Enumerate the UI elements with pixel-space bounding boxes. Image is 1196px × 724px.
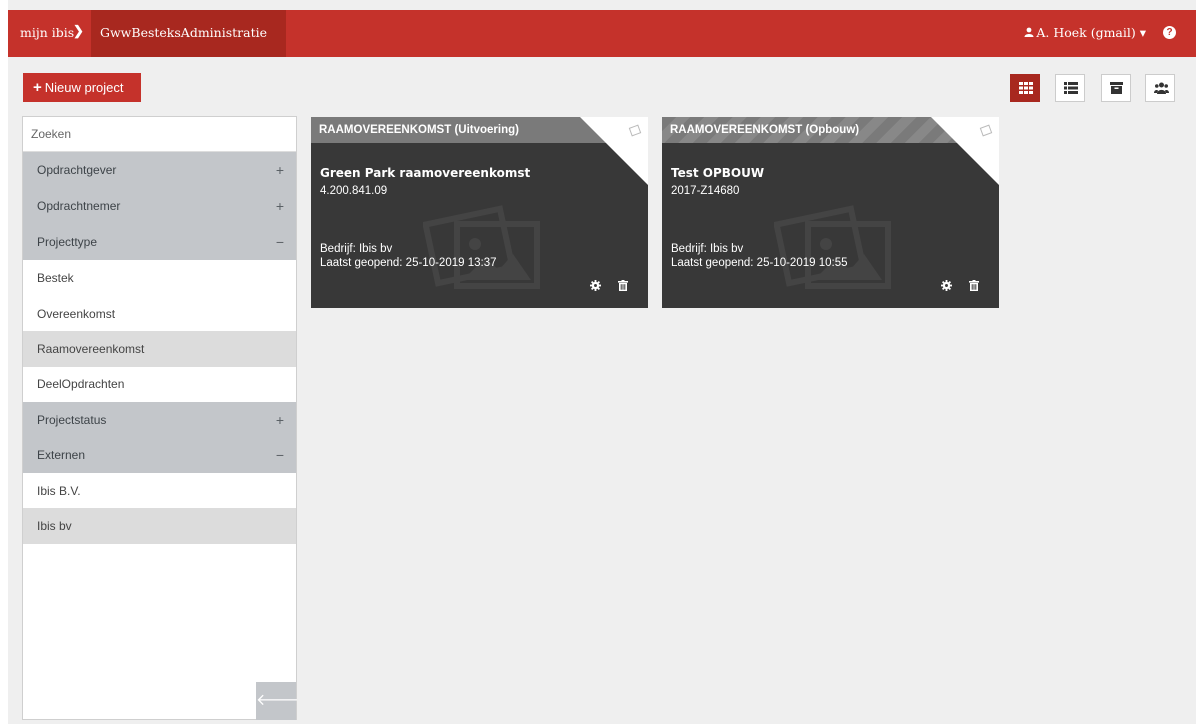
archive-button[interactable]: [1101, 74, 1131, 102]
filter-group-label: Opdrachtnemer: [37, 199, 121, 213]
filter-group-opdrachtnemer[interactable]: Opdrachtnemer +: [23, 188, 296, 224]
filter-group-projectstatus[interactable]: Projectstatus +: [23, 402, 296, 438]
user-menu-label: A. Hoek (gmail) ▾: [1036, 25, 1146, 40]
plus-icon: +: [33, 79, 42, 96]
filter-option-label: Overeenkomst: [37, 307, 116, 321]
arrow-left-icon: 🡐: [256, 692, 299, 709]
user-menu[interactable]: A. Hoek (gmail) ▾: [1024, 25, 1146, 40]
search-input[interactable]: [23, 117, 296, 152]
filter-group-opdrachtgever[interactable]: Opdrachtgever +: [23, 152, 296, 188]
collapse-icon: −: [275, 234, 284, 250]
breadcrumb-current[interactable]: GwwBesteksAdministratie: [91, 10, 286, 57]
top-bar: mijn ibis ❯ GwwBesteksAdministratie A. H…: [8, 10, 1196, 57]
filter-group-label: Projectstatus: [37, 413, 107, 427]
filter-option-ibis-bv[interactable]: Ibis bv: [23, 508, 296, 544]
grid-view-button[interactable]: [1010, 74, 1040, 102]
filter-group-externen[interactable]: Externen −: [23, 437, 296, 473]
card-code: 2017-Z14680: [671, 185, 740, 197]
filter-option-label: DeelOpdrachten: [37, 377, 125, 391]
list-icon: [1064, 82, 1078, 94]
gear-icon[interactable]: [941, 280, 952, 291]
card-company: Bedrijf: Ibis bv: [320, 243, 393, 255]
page-edge: [0, 0, 8, 724]
filter-option-label: Raamovereenkomst: [37, 342, 145, 356]
filter-group-projecttype[interactable]: Projecttype −: [23, 224, 296, 260]
filter-group-label: Projecttype: [37, 235, 98, 249]
users-button[interactable]: [1145, 74, 1175, 102]
trash-icon[interactable]: [969, 280, 979, 291]
collapse-icon: −: [275, 447, 284, 463]
project-card[interactable]: RAAMOVEREENKOMST (Uitvoering) Green Park…: [311, 117, 648, 308]
grid-icon: [1019, 82, 1033, 94]
filter-option-bestek[interactable]: Bestek: [23, 260, 296, 296]
filter-option-overeenkomst[interactable]: Overeenkomst: [23, 296, 296, 332]
breadcrumb-home[interactable]: mijn ibis: [20, 25, 74, 40]
card-title[interactable]: Green Park raamovereenkomst: [320, 166, 530, 180]
card-last-opened: Laatst geopend: 25-10-2019 10:55: [671, 257, 848, 269]
image-placeholder-icon: [423, 205, 540, 289]
new-project-button[interactable]: + Nieuw project: [23, 73, 141, 102]
breadcrumb-separator-icon: ❯: [73, 23, 84, 38]
list-view-button[interactable]: [1055, 74, 1085, 102]
user-icon: [1024, 27, 1034, 37]
expand-icon: +: [275, 198, 284, 214]
trash-icon[interactable]: [618, 280, 628, 291]
filter-sidebar: Opdrachtgever + Opdrachtnemer + Projectt…: [22, 116, 299, 720]
filter-option-label: Ibis bv: [37, 519, 72, 533]
filter-group-label: Externen: [37, 448, 86, 462]
card-company: Bedrijf: Ibis bv: [671, 243, 744, 255]
filter-option-deelopdrachten[interactable]: DeelOpdrachten: [23, 366, 296, 402]
filter-option-label: Ibis B.V.: [37, 484, 81, 498]
image-placeholder-icon: [774, 205, 891, 289]
gear-icon[interactable]: [590, 280, 601, 291]
card-code: 4.200.841.09: [320, 185, 388, 197]
archive-icon: [1110, 82, 1123, 94]
collapse-sidebar-button[interactable]: 🡐: [256, 682, 299, 720]
expand-icon: +: [275, 412, 284, 428]
filter-option-label: Bestek: [37, 271, 74, 285]
card-title[interactable]: Test OPBOUW: [671, 166, 764, 180]
expand-icon: +: [275, 162, 284, 178]
card-last-opened: Laatst geopend: 25-10-2019 13:37: [320, 257, 497, 269]
filter-option-ibis-b-v[interactable]: Ibis B.V.: [23, 473, 296, 509]
users-icon: [1154, 82, 1169, 94]
filter-group-label: Opdrachtgever: [37, 163, 117, 177]
project-card[interactable]: RAAMOVEREENKOMST (Opbouw) Test OPBOUW 20…: [662, 117, 999, 308]
help-icon[interactable]: ?: [1163, 26, 1176, 39]
filter-option-raamovereenkomst[interactable]: Raamovereenkomst: [23, 331, 296, 367]
new-project-label: Nieuw project: [44, 80, 124, 95]
